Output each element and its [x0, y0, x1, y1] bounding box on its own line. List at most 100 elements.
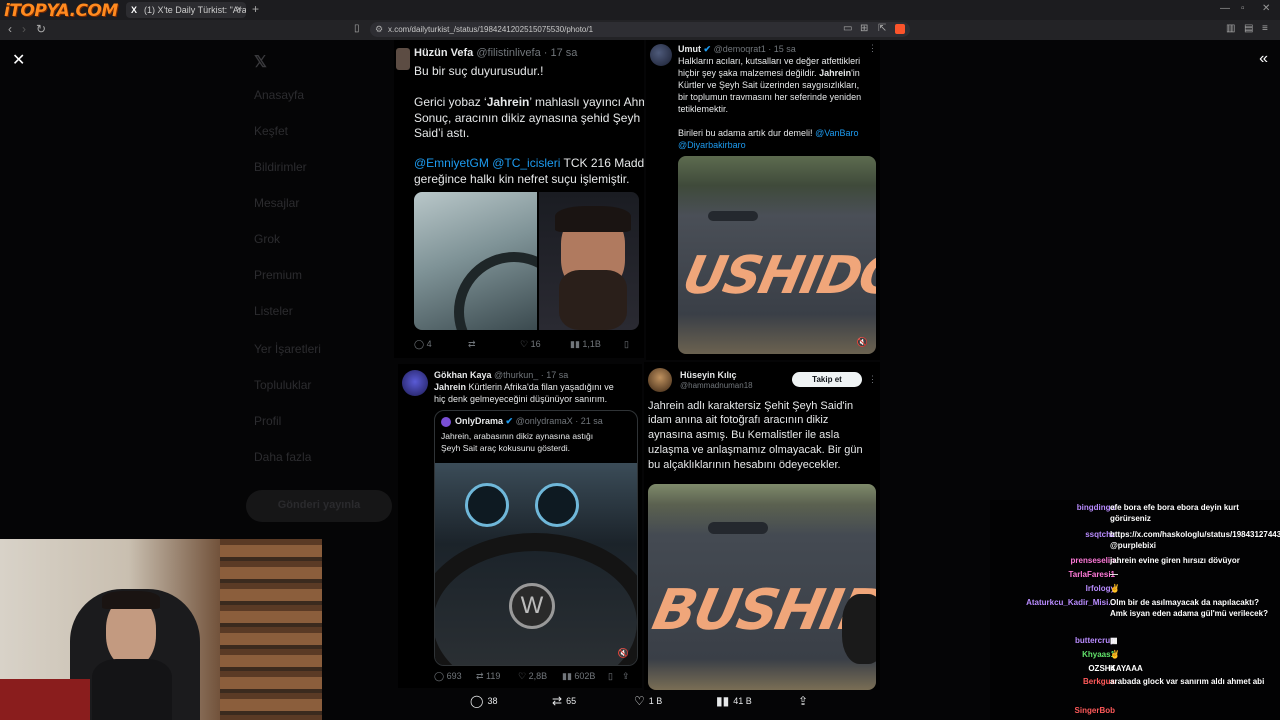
author-handle[interactable]: @hammadnuman18 — [680, 381, 753, 390]
sidebar-toggle-icon[interactable]: ▥ — [1226, 23, 1235, 34]
reply-button[interactable]: ◯ 38 — [470, 694, 497, 708]
bg-nav-messages: Mesajlar — [254, 196, 300, 210]
post-text-line: Said’i astı. — [414, 126, 470, 140]
mention-link[interactable]: @VanBaro — [815, 128, 859, 138]
mute-icon[interactable]: 🔇 — [618, 648, 629, 659]
translate-icon[interactable]: ⊞ — [860, 23, 868, 34]
post-image-streamer[interactable] — [539, 192, 639, 330]
streamer-hair — [555, 206, 631, 232]
post-text-line: Bu bir suç duyurusudur.! — [414, 64, 544, 78]
avatar[interactable] — [648, 368, 672, 392]
gauge-right — [535, 483, 579, 527]
author-name[interactable]: Hüzün Vefa — [414, 47, 473, 59]
url-text: x.com/dailyturkist_/status/1984241202515… — [388, 25, 594, 34]
bookmark-icon[interactable]: ▯ — [624, 339, 629, 350]
forward-icon[interactable]: › — [22, 22, 26, 36]
bg-nav-notifications: Bildirimler — [254, 160, 307, 174]
author-handle[interactable]: @thurkun_ · 17 sa — [494, 370, 568, 380]
reply-count[interactable]: ◯ 4 — [414, 339, 432, 350]
view-count[interactable]: ▮▮ 602B — [562, 671, 595, 682]
more-options-icon[interactable]: ⋮ — [868, 43, 877, 54]
view-count[interactable]: ▮▮ 1,1B — [570, 339, 601, 350]
author-name[interactable]: Gökhan Kaya — [434, 370, 492, 380]
author-name[interactable]: Umut — [678, 44, 701, 54]
author-line: Umut ✔ @demoqrat1 · 15 sa — [678, 44, 796, 55]
reply-count[interactable]: ◯ 693 — [434, 671, 462, 682]
tab-title: (1) X'te Daily Türkist: "Aracına ya... — [144, 5, 246, 15]
post-card-huzun-vefa[interactable]: Hüzün Vefa @filistinlivefa · 17 sa Bu bi… — [394, 40, 644, 358]
quote-author-line: OnlyDrama ✔ @onlydramaX · 21 sa — [455, 416, 603, 427]
mention-link[interactable]: @EmniyetGM — [414, 156, 489, 170]
post-card-gokhan-kaya[interactable]: Gökhan Kaya @thurkun_ · 17 sa Jahrein Kü… — [398, 364, 642, 688]
new-tab-icon[interactable]: + — [252, 2, 259, 16]
brave-shields-icon[interactable] — [895, 24, 905, 34]
post-text-line: aynasına asmış. Bu Kemalistler ile asla — [648, 429, 840, 441]
mention-link[interactable]: @TC_icisleri — [492, 156, 560, 170]
post-card-huseyin-kilic[interactable]: Hüseyin Kılıç @hammadnuman18 ⋮ Jahrein a… — [644, 362, 880, 690]
tab-close-icon[interactable]: × — [236, 4, 242, 15]
reload-icon[interactable]: ↻ — [36, 22, 46, 36]
retweet-count[interactable]: ⇄ 119 — [476, 671, 500, 682]
site-logo: iTOPYA.COM — [4, 1, 118, 21]
post-image-car-interior[interactable] — [414, 192, 537, 330]
quote-video-dashboard[interactable]: W 🔇 — [435, 463, 637, 665]
share-icon[interactable]: ⇪ — [622, 671, 630, 682]
stream-chat: bingdinga efe bora efe bora ebora deyin k… — [990, 500, 1280, 720]
more-options-icon[interactable]: ⋮ — [868, 374, 877, 385]
avatar[interactable] — [396, 48, 410, 70]
truck-lettering: USHIDO — [678, 246, 876, 306]
streamer-cap — [102, 591, 160, 609]
like-count[interactable]: ♡ 16 — [520, 339, 541, 350]
retweet-icon[interactable]: ⇄ — [468, 339, 476, 350]
bg-nav-home: Anasayfa — [254, 88, 305, 102]
bg-nav-lists: Listeler — [254, 304, 293, 318]
author-handle[interactable]: @filistinlivefa · 17 sa — [476, 47, 577, 59]
webcam-rug — [0, 679, 90, 720]
post-text-line: @Diyarbakirbaro — [678, 140, 746, 151]
post-text-line: @EmniyetGM @TC_icisleri TCK 216 Maddes — [414, 156, 644, 170]
like-icon: ♡ — [634, 694, 645, 708]
close-viewer-icon[interactable]: ✕ — [12, 50, 25, 70]
minimize-icon[interactable]: — — [1220, 3, 1230, 14]
browser-tab[interactable]: X (1) X'te Daily Türkist: "Aracına ya...… — [126, 2, 246, 18]
author-name[interactable]: Hüseyin Kılıç — [680, 370, 737, 380]
post-image-truck[interactable]: USHIDO 🔇 — [678, 156, 876, 354]
bg-nav-explore: Keşfet — [254, 124, 289, 138]
share-button[interactable]: ⇪ — [798, 694, 812, 708]
like-button[interactable]: ♡ 1 B — [634, 694, 662, 708]
post-text-line: Birileri bu adama artık dur demeli! @Van… — [678, 128, 859, 138]
post-text-line: uzlaşma ve anlaşmamız olmayacak. Bir gün — [648, 444, 863, 456]
url-field[interactable]: ⚙ x.com/dailyturkist_/status/19842412025… — [370, 22, 910, 37]
collapse-sidebar-icon[interactable]: « — [1259, 50, 1268, 68]
views-button[interactable]: ▮▮ 41 B — [716, 694, 752, 708]
wallet-icon[interactable]: ▤ — [1244, 23, 1253, 34]
avatar[interactable] — [650, 44, 672, 66]
door-handle — [708, 211, 758, 221]
vw-logo-icon: W — [509, 583, 555, 629]
avatar[interactable] — [402, 370, 428, 396]
bookmark-icon[interactable]: ▯ — [354, 23, 360, 34]
mute-icon[interactable]: 🔇 — [857, 337, 868, 348]
post-image-truck[interactable]: BUSHIDO — [648, 484, 876, 690]
bg-nav-premium: Premium — [254, 268, 303, 282]
maximize-icon[interactable]: ▫ — [1241, 3, 1245, 14]
like-count[interactable]: ♡ 2,8B — [518, 671, 547, 682]
quote-text-line: Şeyh Sait araç kokusunu gösterdi. — [441, 443, 570, 453]
verified-badge-icon: ✔ — [703, 44, 712, 54]
back-icon[interactable]: ‹ — [8, 22, 12, 36]
menu-icon[interactable]: ≡ — [1262, 23, 1268, 34]
post-text-line: Jahrein Kürtlerin Afrika'da filan yaşadı… — [434, 382, 614, 392]
follow-button[interactable]: Takip et — [792, 372, 862, 387]
share-icon[interactable]: ⇱ — [878, 23, 886, 34]
retweet-button[interactable]: ⇄ 65 — [552, 694, 576, 708]
cast-icon[interactable]: ▭ — [843, 23, 852, 34]
window-close-icon[interactable]: ✕ — [1262, 3, 1270, 14]
mention-link[interactable]: @Diyarbakirbaro — [678, 140, 746, 150]
site-info-icon[interactable]: ⚙ — [375, 24, 383, 35]
bookmark-icon[interactable]: ▯ — [608, 671, 613, 682]
post-card-umut[interactable]: Umut ✔ @demoqrat1 · 15 sa ⋮ Halkların ac… — [646, 40, 880, 360]
post-text-line: Kürtler ve Şeyh Sait üzerinden saygısızl… — [678, 80, 860, 90]
author-handle[interactable]: @demoqrat1 · 15 sa — [714, 44, 796, 54]
post-text-line: Gerici yobaz ‘Jahrein’ mahlaslı yayıncı … — [414, 95, 644, 109]
quoted-post[interactable]: OnlyDrama ✔ @onlydramaX · 21 sa Jahrein,… — [434, 410, 638, 666]
